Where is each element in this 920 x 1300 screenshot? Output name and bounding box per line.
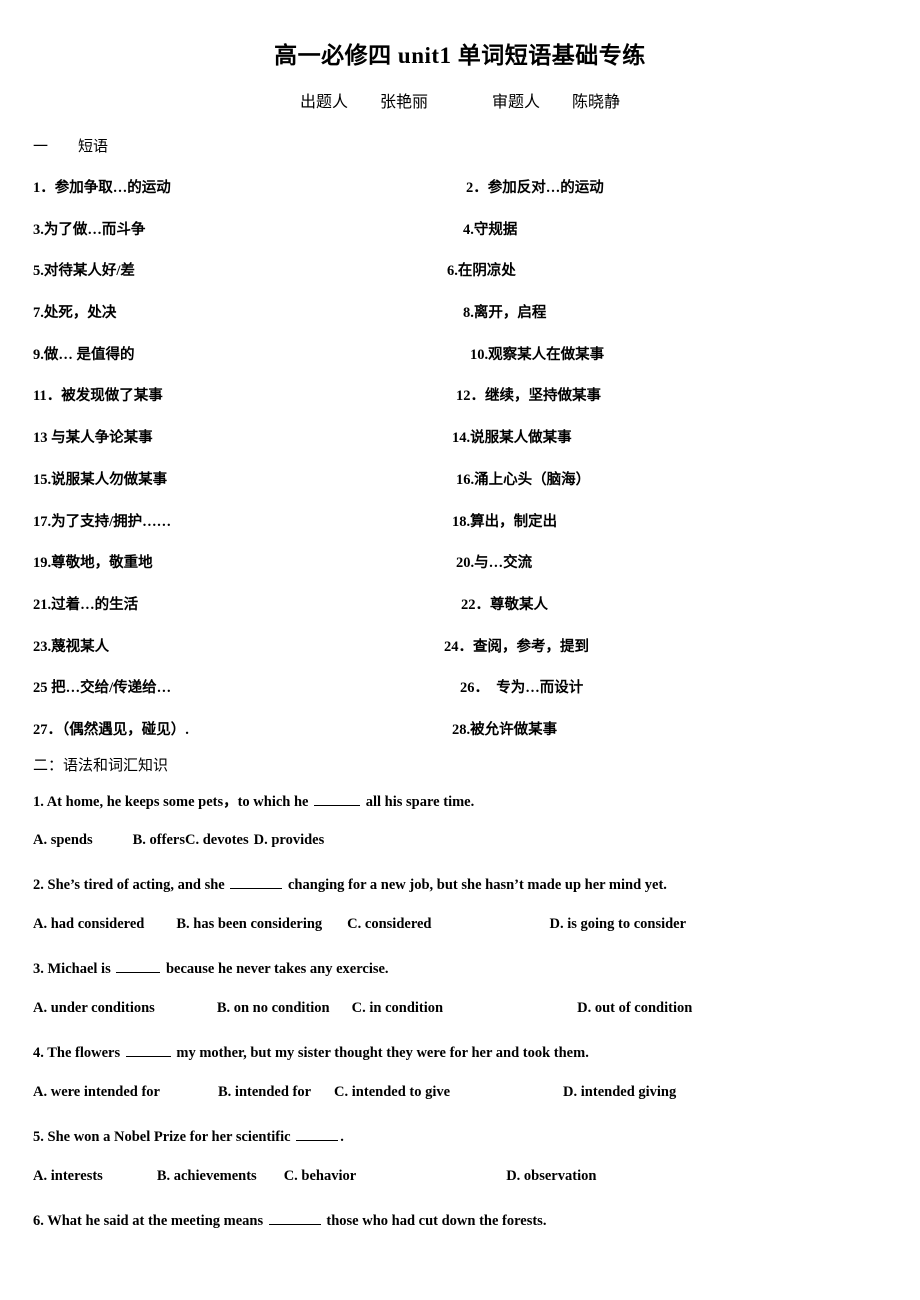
phrase-item-left: 5.对待某人好/差 bbox=[33, 263, 135, 280]
question-option[interactable]: D. intended giving bbox=[563, 1084, 676, 1101]
question-option[interactable]: C. considered bbox=[347, 916, 431, 933]
phrase-row: 9.做… 是值得的 10.观察某人在做某事 bbox=[0, 343, 920, 385]
question-stem-after: because he never takes any exercise. bbox=[162, 960, 389, 977]
phrase-item-left: 23.蔑视某人 bbox=[33, 638, 110, 655]
phrase-item-right: 24．查阅，参考，提到 bbox=[444, 638, 589, 655]
document-authors-line: 出题人 张艳丽 审题人 陈晓静 bbox=[299, 94, 620, 111]
question-option[interactable]: A. spends bbox=[33, 832, 93, 849]
phrase-row: 1．参加争取…的运动 2．参加反对…的运动 bbox=[0, 176, 920, 218]
question-option[interactable]: D. provides bbox=[254, 832, 325, 849]
question-options: A. interests B. achievements C. behavior D.… bbox=[33, 1168, 596, 1185]
phrase-item-right: 10.观察某人在做某事 bbox=[470, 346, 605, 363]
phrase-row: 3.为了做…而斗争 4.守规据 bbox=[0, 218, 920, 260]
question-options: A. had considered B. has been considering… bbox=[33, 916, 686, 933]
answer-blank[interactable] bbox=[116, 958, 161, 973]
phrase-item-left: 1．参加争取…的运动 bbox=[33, 180, 171, 196]
phrase-item-right: 6.在阴凉处 bbox=[447, 263, 516, 280]
phrase-item-left: 13 与某人争论某事 bbox=[33, 430, 153, 447]
question-option[interactable]: C. intended to give bbox=[334, 1084, 450, 1101]
phrase-row: 13 与某人争论某事 14.说服某人做某事 bbox=[0, 426, 920, 468]
document-page: 高一必修四 unit1 单词短语基础专练 出题人 张艳丽 审题人 陈晓静 一 短… bbox=[0, 0, 920, 1300]
answer-blank[interactable] bbox=[314, 791, 361, 806]
phrase-item-left: 19.尊敬地，敬重地 bbox=[33, 555, 153, 572]
question-stem-before: 4. The flowers bbox=[33, 1044, 124, 1061]
phrase-row: 21.过着…的生活 22．尊敬某人 bbox=[0, 593, 920, 635]
question-option[interactable]: D. observation bbox=[506, 1168, 596, 1185]
question-option[interactable]: D. is going to consider bbox=[550, 916, 687, 933]
phrase-row: 25 把…交给/传递给… 26． 专为…而设计 bbox=[0, 676, 920, 718]
question-option[interactable]: A. had considered bbox=[33, 916, 144, 933]
phrase-item-left: 9.做… 是值得的 bbox=[33, 346, 135, 363]
phrase-list: 1．参加争取…的运动 2．参加反对…的运动 3.为了做…而斗争 4.守规据 5.对待某人… bbox=[0, 176, 920, 760]
question-option[interactable]: C. in condition bbox=[352, 1000, 443, 1017]
question-stem-before: 5. She won a Nobel Prize for her scienti… bbox=[33, 1128, 295, 1145]
question-stem-after: all his spare time. bbox=[362, 794, 475, 810]
question-option[interactable]: B. on no condition bbox=[217, 1000, 330, 1017]
question-stem: 6. What he said at the meeting means tho… bbox=[33, 1210, 546, 1230]
question-stem: 5. She won a Nobel Prize for her scienti… bbox=[33, 1126, 344, 1146]
question-option[interactable]: B. offers bbox=[133, 832, 185, 849]
answer-blank[interactable] bbox=[230, 874, 283, 889]
question-stem-after: . bbox=[340, 1128, 344, 1145]
phrase-row: 7.处死，处决 8.离开，启程 bbox=[0, 301, 920, 343]
phrase-item-left: 17.为了支持/拥护…… bbox=[33, 513, 172, 530]
section-two-heading: 二：语法和词汇知识 bbox=[33, 758, 169, 774]
phrase-item-right: 12．继续，坚持做某事 bbox=[456, 388, 601, 405]
phrase-row: 23.蔑视某人 24．查阅，参考，提到 bbox=[0, 635, 920, 677]
question-stem: 4. The flowers my mother, but my sister … bbox=[33, 1042, 589, 1062]
phrase-item-right: 26． 专为…而设计 bbox=[460, 680, 584, 697]
question-stem-before: 3. Michael is bbox=[33, 960, 115, 977]
phrase-item-left: 3.为了做…而斗争 bbox=[33, 221, 146, 238]
question-stem-before: 6. What he said at the meeting means bbox=[33, 1212, 267, 1229]
phrase-item-right: 16.涌上心头（脑海） bbox=[456, 471, 591, 488]
phrase-item-right: 20.与…交流 bbox=[456, 555, 533, 572]
phrase-item-right: 4.守规据 bbox=[463, 221, 518, 238]
question-option[interactable]: C. behavior bbox=[284, 1168, 357, 1185]
phrase-row: 5.对待某人好/差 6.在阴凉处 bbox=[0, 259, 920, 301]
phrase-row: 11．被发现做了某事 12．继续，坚持做某事 bbox=[0, 384, 920, 426]
question-stem: 3. Michael is because he never takes any… bbox=[33, 958, 389, 978]
phrase-row: 19.尊敬地，敬重地 20.与…交流 bbox=[0, 551, 920, 593]
phrase-item-left: 27．（偶然遇见，碰见）. bbox=[33, 721, 189, 738]
question-stem-after: changing for a new job, but she hasn’t m… bbox=[284, 876, 667, 893]
answer-blank[interactable] bbox=[268, 1210, 321, 1225]
phrase-row: 15.说服某人勿做某事 16.涌上心头（脑海） bbox=[0, 468, 920, 510]
answer-blank[interactable] bbox=[125, 1042, 171, 1057]
phrase-item-right: 28.被允许做某事 bbox=[452, 721, 558, 738]
phrase-item-right: 22．尊敬某人 bbox=[461, 596, 548, 613]
phrase-item-right: 18.算出，制定出 bbox=[452, 513, 558, 530]
section-one-heading: 一 短语 bbox=[33, 139, 109, 155]
question-stem-before: 1. At home, he keeps some pets，to which … bbox=[33, 794, 313, 810]
question-stem-after: my mother, but my sister thought they we… bbox=[172, 1044, 589, 1061]
phrase-item-right: 8.离开，启程 bbox=[463, 305, 547, 322]
phrase-item-right: 2．参加反对…的运动 bbox=[466, 180, 604, 196]
question-stem-before: 2. She’s tired of acting, and she bbox=[33, 876, 229, 893]
page-title: 高一必修四 unit1 单词短语基础专练 bbox=[274, 43, 646, 68]
phrase-item-left: 11．被发现做了某事 bbox=[33, 388, 163, 405]
question-options: A. spends B. offersC. devotes D. provides bbox=[33, 832, 324, 849]
phrase-item-left: 15.说服某人勿做某事 bbox=[33, 471, 168, 488]
phrase-item-right: 14.说服某人做某事 bbox=[452, 430, 572, 447]
question-option[interactable]: B. has been considering bbox=[176, 916, 322, 933]
answer-blank[interactable] bbox=[296, 1126, 339, 1141]
phrase-item-left: 7.处死，处决 bbox=[33, 305, 117, 322]
question-stem: 2. She’s tired of acting, and she changi… bbox=[33, 874, 667, 894]
question-options: A. were intended for B. intended for C. in… bbox=[33, 1084, 676, 1101]
question-option[interactable]: D. out of condition bbox=[577, 1000, 692, 1017]
question-stem: 1. At home, he keeps some pets，to which … bbox=[33, 790, 474, 811]
question-stem-after: those who had cut down the forests. bbox=[322, 1212, 547, 1229]
phrase-item-left: 21.过着…的生活 bbox=[33, 596, 139, 613]
question-option[interactable]: A. were intended for bbox=[33, 1084, 160, 1101]
question-option[interactable]: B. intended for bbox=[218, 1084, 311, 1101]
phrase-row: 17.为了支持/拥护…… 18.算出，制定出 bbox=[0, 510, 920, 552]
phrase-item-left: 25 把…交给/传递给… bbox=[33, 680, 172, 697]
question-options: A. under conditions B. on no condition C. … bbox=[33, 1000, 692, 1017]
question-option[interactable]: C. devotes bbox=[185, 832, 249, 849]
question-option[interactable]: A. interests bbox=[33, 1168, 103, 1185]
question-option[interactable]: A. under conditions bbox=[33, 1000, 155, 1017]
question-option[interactable]: B. achievements bbox=[157, 1168, 257, 1185]
